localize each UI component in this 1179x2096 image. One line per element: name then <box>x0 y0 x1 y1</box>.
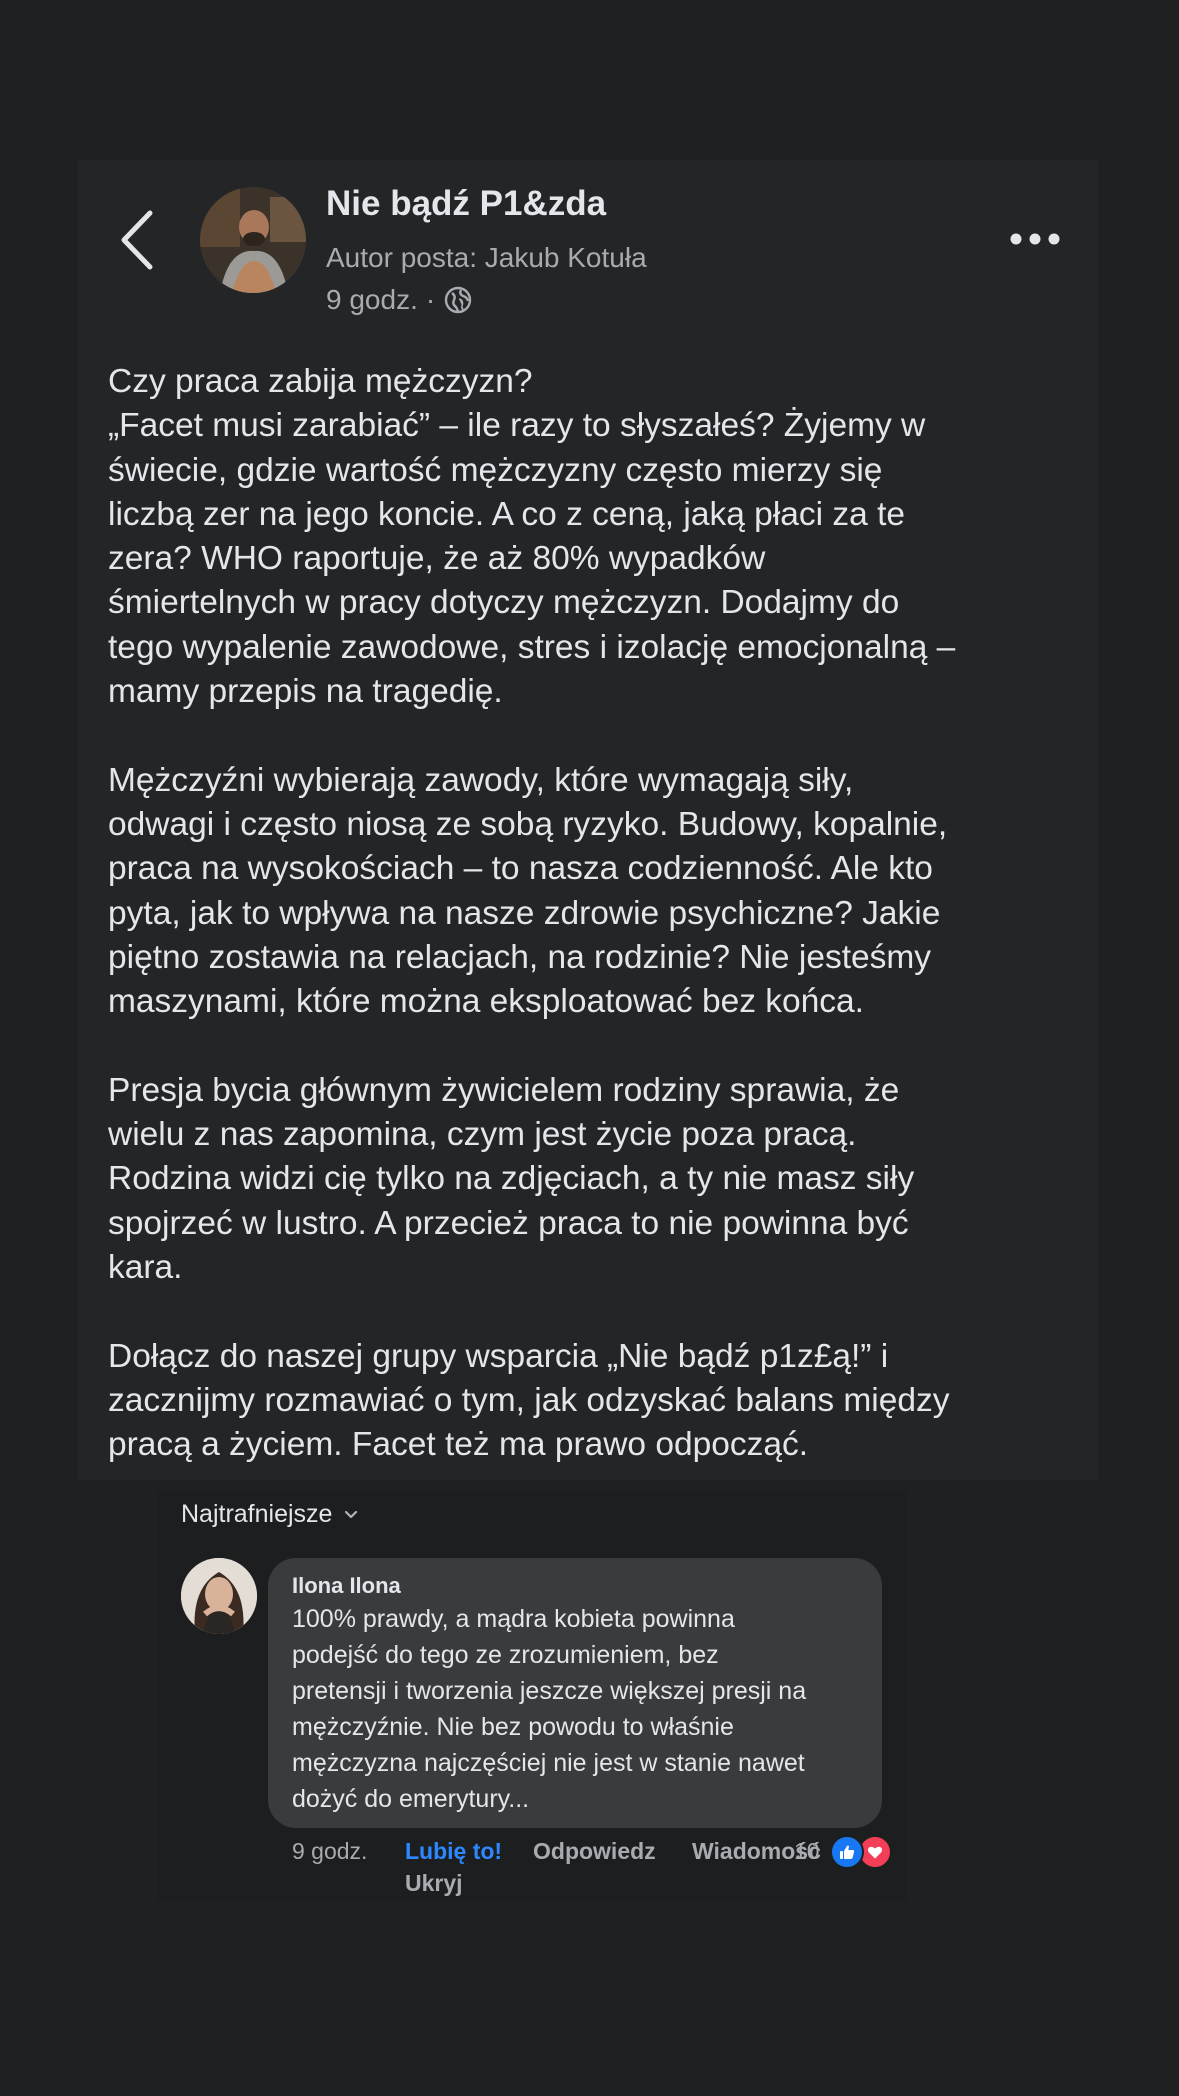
post-body: Czy praca zabija mężczyzn? „Facet musi z… <box>108 360 1088 1512</box>
back-button[interactable] <box>112 205 162 275</box>
post-line: wielu z nas zapomina, czym jest życie po… <box>108 1116 857 1154</box>
more-horizontal-icon <box>1010 233 1060 245</box>
comment-time[interactable]: 9 godz. <box>292 1838 367 1865</box>
comment-line: mężczyzna najczęściej nie jest w stanie … <box>292 1749 805 1777</box>
comment-line: dożyć do emerytury... <box>292 1785 530 1813</box>
meta-separator: · <box>425 284 436 315</box>
post-time[interactable]: 9 godz. <box>326 284 418 316</box>
post-line: śmiertelnych w pracy dotyczy mężczyzn. D… <box>108 584 900 622</box>
reaction-count[interactable]: 10 <box>794 1838 820 1865</box>
post-line: „Facet musi zarabiać” – ile razy to słys… <box>108 407 926 445</box>
post-line: praca na wysokościach – to nasza codzien… <box>108 850 933 888</box>
post-line: piętno zostawia na relacjach, na rodzini… <box>108 938 932 976</box>
post-line: zera? WHO raportuje, że aż 80% wypadków <box>108 540 766 578</box>
post-line: kara. <box>108 1248 183 1286</box>
post-line: pyta, jak to wpływa na nasze zdrowie psy… <box>108 894 941 932</box>
comment-line: podejść do tego ze zrozumieniem, bez <box>292 1641 719 1669</box>
post-line: maszynami, które można eksploatować bez … <box>108 983 864 1021</box>
post-paragraph-2: Mężczyźni wybierają zawody, które wymaga… <box>108 759 1088 1025</box>
post-line: mamy przepis na tragedię. <box>108 673 503 711</box>
reaction-summary[interactable] <box>830 1835 892 1869</box>
post-line: odwagi i często niosą ze sobą ryzyko. Bu… <box>108 805 948 843</box>
post-paragraph-4: Dołącz do naszej grupy wsparcia „Nie bąd… <box>108 1335 1088 1468</box>
commenter-avatar[interactable] <box>181 1558 257 1634</box>
comment-like-button[interactable]: Lubię to! <box>405 1838 502 1865</box>
post-meta: 9 godz. · <box>326 284 473 316</box>
post-line: świecie, gdzie wartość mężczyzny często … <box>108 451 883 489</box>
post-line: Mężczyźni wybierają zawody, które wymaga… <box>108 761 854 799</box>
post-line: zacznijmy rozmawiać o tym, jak odzyskać … <box>108 1381 950 1419</box>
comment-line: 100% prawdy, a mądra kobieta powinna <box>292 1605 735 1633</box>
comment-reply-button[interactable]: Odpowiedz <box>533 1838 656 1865</box>
post-paragraph-3: Presja bycia głównym żywicielem rodziny … <box>108 1069 1088 1290</box>
post-line: Presja bycia głównym żywicielem rodziny … <box>108 1071 900 1109</box>
globe-icon <box>443 285 473 315</box>
more-options-button[interactable] <box>1005 222 1065 256</box>
post-line: spojrzeć w lustro. A przecież praca to n… <box>108 1204 909 1242</box>
chevron-left-icon <box>121 210 153 270</box>
comment-line: pretensji i tworzenia jeszcze większej p… <box>292 1677 807 1705</box>
post-line: Czy praca zabija mężczyzn? <box>108 363 533 400</box>
avatar-image <box>200 187 306 293</box>
comment-line: mężczyźnie. Nie bez powodu to właśnie <box>292 1713 734 1741</box>
group-name[interactable]: Nie bądź P1&zda <box>326 184 606 224</box>
chevron-down-icon <box>344 1504 358 1525</box>
post-line: Dołącz do naszej grupy wsparcia „Nie bąd… <box>108 1337 889 1375</box>
post-author[interactable]: Autor posta: Jakub Kotuła <box>326 242 647 274</box>
post-paragraph-1: Czy praca zabija mężczyzn? „Facet musi z… <box>108 360 1088 714</box>
like-icon <box>830 1835 864 1869</box>
avatar-image <box>181 1558 257 1634</box>
comment-sort-dropdown[interactable]: Najtrafniejsze <box>181 1500 358 1529</box>
sort-label: Najtrafniejsze <box>181 1500 333 1528</box>
post-line: pracą a życiem. Facet też ma prawo odpoc… <box>108 1426 809 1464</box>
commenter-name[interactable]: Ilona Ilona <box>292 1573 401 1599</box>
post-line: liczbą zer na jego koncie. A co z ceną, … <box>108 495 906 533</box>
comment-hide-button[interactable]: Ukryj <box>405 1870 463 1897</box>
comment-text: 100% prawdy, a mądra kobieta powinna pod… <box>292 1601 872 1817</box>
group-avatar[interactable] <box>200 187 306 293</box>
post-line: Rodzina widzi cię tylko na zdjęciach, a … <box>108 1160 915 1198</box>
post-line: tego wypalenie zawodowe, stres i izolacj… <box>108 628 956 666</box>
